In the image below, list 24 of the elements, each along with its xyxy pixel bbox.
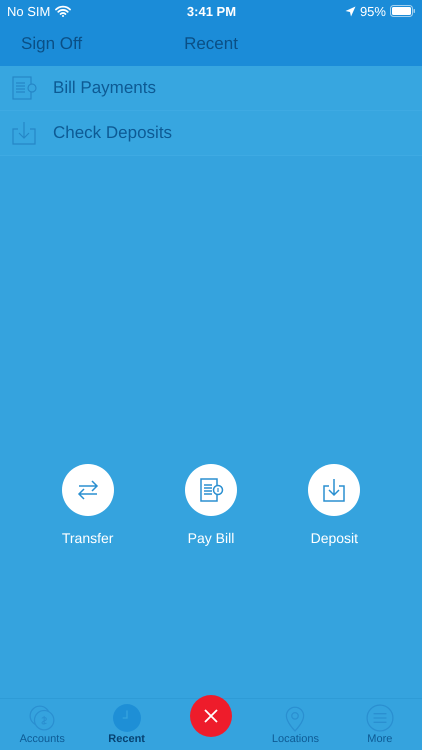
tab-item[interactable]: More <box>338 699 422 750</box>
wifi-icon <box>55 5 72 17</box>
close-button[interactable] <box>190 695 232 737</box>
carrier-label: No SIM <box>7 4 50 18</box>
close-icon <box>204 709 218 723</box>
bill-document-icon <box>11 75 37 101</box>
battery-percent: 95% <box>360 4 386 18</box>
clock-time: 3:41 PM <box>186 4 236 18</box>
tab-item[interactable]: Recent <box>84 699 169 750</box>
battery-icon <box>390 5 416 17</box>
tab-item[interactable]: Locations <box>253 699 338 750</box>
screen-title: Recent <box>184 34 238 54</box>
tab-item[interactable]: Accounts <box>0 699 84 750</box>
download-tray-icon <box>11 120 37 146</box>
action-label: Deposit <box>310 530 358 546</box>
action-label: Pay Bill <box>188 530 234 546</box>
location-arrow-icon <box>344 6 356 16</box>
clock-icon <box>112 704 141 732</box>
bill-document-icon <box>198 477 224 503</box>
sign-off-button[interactable]: Sign Off <box>0 34 82 54</box>
download-tray-icon <box>321 477 348 503</box>
action-label: Transfer <box>62 530 114 546</box>
row-label: Bill Payments <box>53 78 156 98</box>
row-label: Check Deposits <box>53 123 172 143</box>
